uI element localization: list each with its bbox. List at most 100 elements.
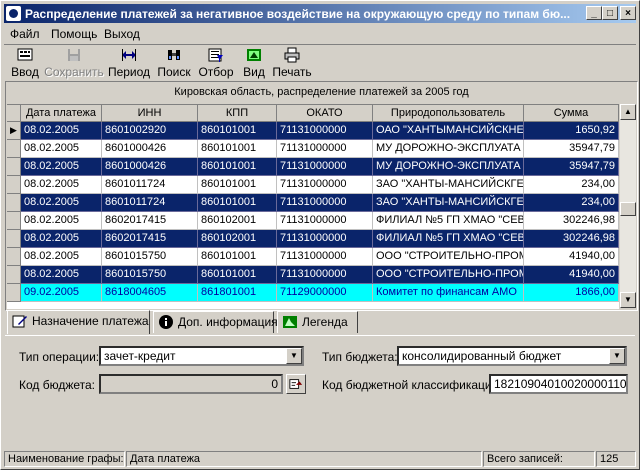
table-row[interactable]: ▶ 08.02.2005 8601002920 860101001 7113100000…: [7, 122, 619, 140]
table-cell-okato[interactable]: 71131000000: [277, 230, 373, 248]
table-cell-date[interactable]: 08.02.2005: [21, 230, 102, 248]
scroll-down-button[interactable]: ▼: [620, 292, 636, 308]
budget-type-select[interactable]: консолидированный бюджет ▼: [397, 346, 627, 366]
table-cell-sum[interactable]: 302246,98: [524, 212, 619, 230]
menu-file[interactable]: Файл: [10, 27, 40, 41]
table-row[interactable]: 08.02.2005 8601015750 860101001 71131000000…: [7, 248, 619, 266]
table-cell-kpp[interactable]: 860102001: [198, 230, 277, 248]
period-button[interactable]: Период: [107, 47, 151, 83]
budget-code-lookup-button[interactable]: [286, 374, 306, 394]
tab-payment-purpose[interactable]: Назначение платежа: [7, 310, 150, 334]
table-cell-okato[interactable]: 71131000000: [277, 212, 373, 230]
table-row[interactable]: 08.02.2005 8601000426 860101001 71131000000…: [7, 158, 619, 176]
row-indicator[interactable]: [7, 266, 21, 284]
column-header-sum[interactable]: Сумма: [524, 105, 619, 122]
table-cell-date[interactable]: 08.02.2005: [21, 248, 102, 266]
table-cell-inn[interactable]: 8601002920: [102, 122, 198, 140]
table-cell-kpp[interactable]: 860101001: [198, 194, 277, 212]
table-cell-inn[interactable]: 8602017415: [102, 212, 198, 230]
title-bar[interactable]: Распределение платежей за негативное воз…: [4, 4, 636, 23]
tab-legend[interactable]: Легенда: [277, 311, 358, 333]
save-button[interactable]: Сохранить: [44, 47, 104, 83]
table-cell-inn[interactable]: 8601000426: [102, 158, 198, 176]
row-indicator[interactable]: [7, 194, 21, 212]
table-cell-sum[interactable]: 234,00: [524, 194, 619, 212]
scroll-up-button[interactable]: ▲: [620, 104, 636, 120]
row-indicator[interactable]: [7, 212, 21, 230]
grid-vertical-scrollbar[interactable]: ▲ ▼: [620, 104, 636, 308]
table-cell-inn[interactable]: 8601015750: [102, 266, 198, 284]
table-cell-user[interactable]: ОАО "ХАНТЫМАНСИЙСКНЕ: [373, 122, 524, 140]
maximize-button[interactable]: □: [602, 6, 618, 20]
budget-code-field[interactable]: 0: [99, 374, 283, 394]
table-row[interactable]: 08.02.2005 8602017415 860102001 71131000000…: [7, 230, 619, 248]
app-icon[interactable]: [6, 6, 21, 21]
print-button[interactable]: Печать: [272, 47, 312, 83]
menu-exit[interactable]: Выход: [104, 27, 140, 41]
table-cell-user[interactable]: МУ ДОРОЖНО-ЭКСПЛУАТА: [373, 140, 524, 158]
table-row[interactable]: 08.02.2005 8601000426 860101001 71131000000…: [7, 140, 619, 158]
table-cell-date[interactable]: 08.02.2005: [21, 194, 102, 212]
column-header-inn[interactable]: ИНН: [102, 105, 198, 122]
view-button[interactable]: Вид: [240, 47, 268, 83]
close-button[interactable]: ×: [620, 6, 636, 20]
table-cell-inn[interactable]: 8618004605: [102, 284, 198, 302]
table-cell-date[interactable]: 08.02.2005: [21, 158, 102, 176]
menu-help[interactable]: Помощь: [51, 27, 97, 41]
table-row[interactable]: 08.02.2005 8601015750 860101001 71131000000…: [7, 266, 619, 284]
table-cell-user[interactable]: ФИЛИАЛ №5 ГП ХМАО "СЕВ: [373, 212, 524, 230]
column-header-user[interactable]: Природопользователь: [373, 105, 524, 122]
table-cell-inn[interactable]: 8601011724: [102, 176, 198, 194]
current-row-indicator[interactable]: ▶: [7, 122, 21, 140]
chevron-down-icon[interactable]: ▼: [609, 348, 625, 364]
table-cell-date[interactable]: 09.02.2005: [21, 284, 102, 302]
table-cell-date[interactable]: 08.02.2005: [21, 122, 102, 140]
table-cell-sum[interactable]: 302246,98: [524, 230, 619, 248]
table-cell-user[interactable]: Комитет по финансам АМО: [373, 284, 524, 302]
table-row[interactable]: 08.02.2005 8601011724 860101001 71131000000…: [7, 176, 619, 194]
search-button[interactable]: Поиск: [156, 47, 192, 83]
table-row[interactable]: 09.02.2005 8618004605 861801001 71129000000…: [7, 284, 619, 302]
row-indicator[interactable]: [7, 284, 21, 302]
table-cell-kpp[interactable]: 860101001: [198, 158, 277, 176]
table-cell-kpp[interactable]: 860101001: [198, 176, 277, 194]
tab-additional-info[interactable]: Доп. информация: [153, 311, 278, 333]
table-cell-sum[interactable]: 1866,00: [524, 284, 619, 302]
row-indicator[interactable]: [7, 248, 21, 266]
minimize-button[interactable]: _: [586, 6, 602, 20]
column-header-date[interactable]: Дата платежа: [21, 105, 102, 122]
row-indicator[interactable]: [7, 176, 21, 194]
table-cell-user[interactable]: ФИЛИАЛ №5 ГП ХМАО "СЕВ: [373, 230, 524, 248]
table-cell-kpp[interactable]: 860101001: [198, 248, 277, 266]
table-cell-okato[interactable]: 71131000000: [277, 122, 373, 140]
table-cell-kpp[interactable]: 860102001: [198, 212, 277, 230]
table-cell-sum[interactable]: 35947,79: [524, 140, 619, 158]
table-cell-okato[interactable]: 71131000000: [277, 266, 373, 284]
table-cell-kpp[interactable]: 860101001: [198, 122, 277, 140]
table-cell-sum[interactable]: 1650,92: [524, 122, 619, 140]
row-indicator[interactable]: [7, 158, 21, 176]
table-cell-okato[interactable]: 71129000000: [277, 284, 373, 302]
table-cell-okato[interactable]: 71131000000: [277, 140, 373, 158]
table-cell-user[interactable]: ЗАО "ХАНТЫ-МАНСИЙСКГЕ: [373, 194, 524, 212]
table-cell-date[interactable]: 08.02.2005: [21, 266, 102, 284]
table-row[interactable]: 08.02.2005 8602017415 860102001 71131000000…: [7, 212, 619, 230]
table-cell-kpp[interactable]: 861801001: [198, 284, 277, 302]
row-indicator[interactable]: [7, 140, 21, 158]
scroll-thumb[interactable]: [620, 202, 636, 216]
table-cell-kpp[interactable]: 860101001: [198, 266, 277, 284]
op-type-select[interactable]: зачет-кредит ▼: [99, 346, 304, 366]
column-header-kpp[interactable]: КПП: [198, 105, 277, 122]
table-row[interactable]: 08.02.2005 8601011724 860101001 71131000000…: [7, 194, 619, 212]
table-cell-okato[interactable]: 71131000000: [277, 248, 373, 266]
table-cell-inn[interactable]: 8601000426: [102, 140, 198, 158]
table-cell-sum[interactable]: 234,00: [524, 176, 619, 194]
table-cell-okato[interactable]: 71131000000: [277, 176, 373, 194]
kbk-field[interactable]: 18210904010020000110: [489, 374, 628, 394]
table-cell-okato[interactable]: 71131000000: [277, 158, 373, 176]
table-cell-inn[interactable]: 8602017415: [102, 230, 198, 248]
table-cell-user[interactable]: ООО "СТРОИТЕЛЬНО-ПРОМ: [373, 248, 524, 266]
table-cell-user[interactable]: ЗАО "ХАНТЫ-МАНСИЙСКГЕ: [373, 176, 524, 194]
table-cell-sum[interactable]: 41940,00: [524, 248, 619, 266]
table-cell-user[interactable]: МУ ДОРОЖНО-ЭКСПЛУАТА: [373, 158, 524, 176]
